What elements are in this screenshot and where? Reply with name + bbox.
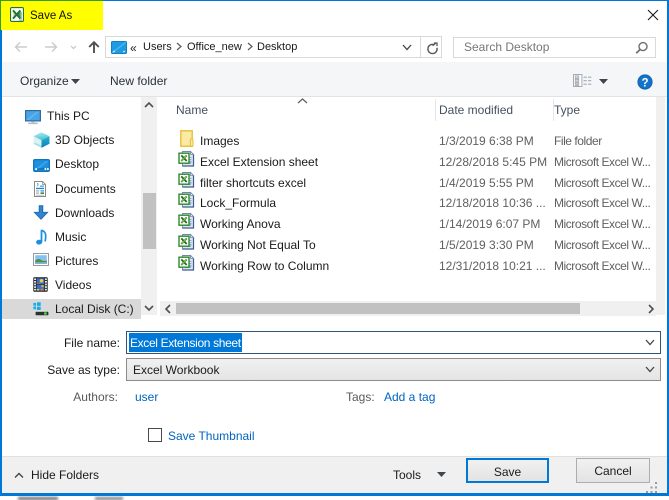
svg-text:?: ? [641, 77, 648, 89]
